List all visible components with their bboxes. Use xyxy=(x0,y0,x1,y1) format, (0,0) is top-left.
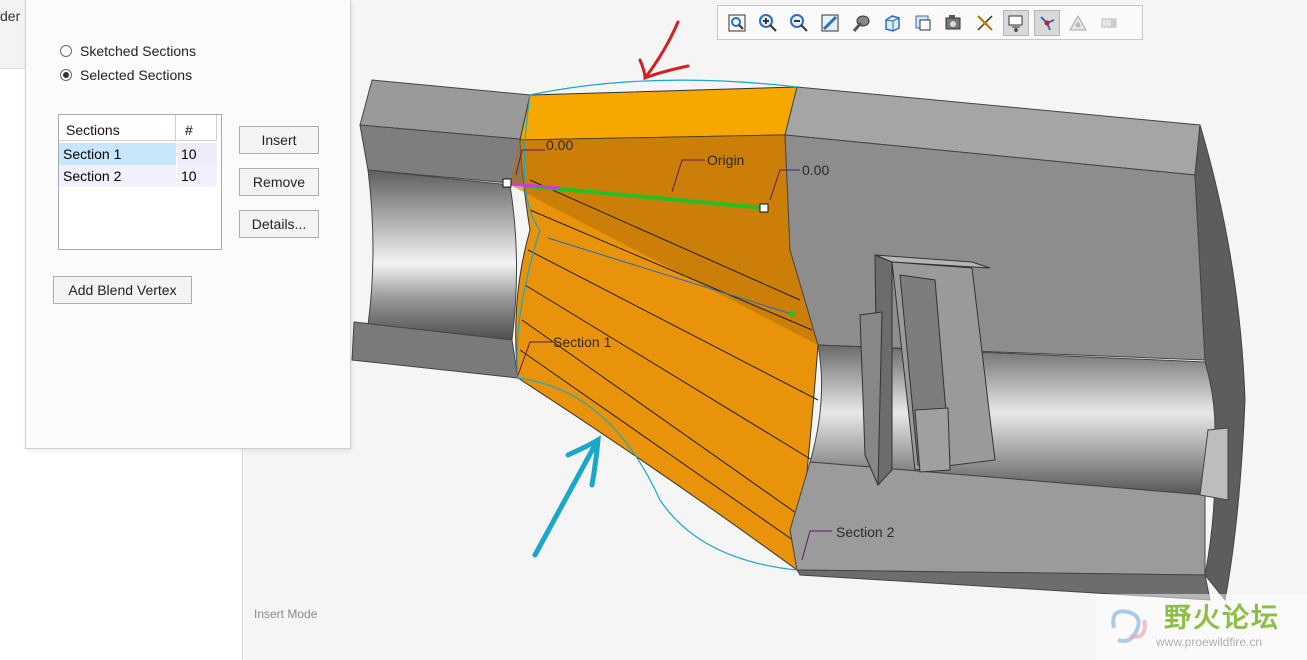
watermark-title: 野火论坛 xyxy=(1164,603,1280,634)
zoom-refit-icon[interactable] xyxy=(724,10,750,36)
watermark-logo-icon xyxy=(1111,609,1147,643)
zoom-in-icon[interactable] xyxy=(755,10,781,36)
selected-sections-radio[interactable] xyxy=(60,69,72,81)
section2-label: Section 2 xyxy=(836,524,895,540)
annotation-display-icon[interactable] xyxy=(1003,9,1029,36)
repaint-icon[interactable] xyxy=(817,10,843,36)
section-count: 10 xyxy=(181,146,197,162)
count-column-header[interactable]: # xyxy=(177,115,217,141)
red-annotation-arrow xyxy=(638,20,690,81)
origin-end-handle[interactable] xyxy=(759,203,769,213)
left-bore xyxy=(367,169,518,341)
sketched-sections-option[interactable]: Sketched Sections xyxy=(60,43,196,59)
insert-button[interactable]: Insert xyxy=(239,126,319,154)
dim-right-label[interactable]: 0.00 xyxy=(802,162,829,178)
display-style-icon[interactable] xyxy=(848,10,874,36)
section-name: Section 2 xyxy=(63,168,122,184)
blend-top-face xyxy=(519,86,798,141)
section-count: 10 xyxy=(181,168,197,184)
table-row[interactable]: Section 1 10 xyxy=(59,143,217,165)
table-row[interactable]: Section 2 10 xyxy=(59,165,217,187)
sections-column-header[interactable]: Sections xyxy=(59,115,176,141)
watermark-url: www.proewildfire.cn xyxy=(1156,635,1263,649)
details-button[interactable]: Details... xyxy=(239,210,319,238)
perspective-view-icon[interactable] xyxy=(941,10,967,36)
appearance-icon[interactable] xyxy=(1065,10,1091,36)
dim-left-label[interactable]: 0.00 xyxy=(546,137,573,153)
origin-start-handle[interactable] xyxy=(502,178,512,188)
sections-panel: Sketched Sections Selected Sections Sect… xyxy=(25,0,351,449)
saved-orientations-icon[interactable] xyxy=(879,10,905,36)
sections-table: Sections # Section 1 10 Section 2 10 xyxy=(58,114,222,250)
add-blend-vertex-button[interactable]: Add Blend Vertex xyxy=(53,276,192,304)
sketched-sections-radio[interactable] xyxy=(60,45,72,57)
blue-annotation-arrow xyxy=(532,435,601,558)
origin-point xyxy=(789,311,795,317)
mode-status-label: Insert Mode xyxy=(254,607,318,621)
section1-label: Section 1 xyxy=(553,334,612,350)
datum-display-filter-icon[interactable] xyxy=(972,10,998,36)
section-name: Section 1 xyxy=(63,146,122,162)
zoom-out-icon[interactable] xyxy=(786,10,812,36)
selected-sections-label: Selected Sections xyxy=(80,67,193,83)
spin-center-icon[interactable] xyxy=(1034,9,1060,36)
remove-button[interactable]: Remove xyxy=(239,168,319,196)
origin-label: Origin xyxy=(707,152,744,168)
graphics-toolbar xyxy=(717,5,1143,40)
sketched-sections-label: Sketched Sections xyxy=(80,43,196,59)
slot-feature xyxy=(859,254,996,487)
selected-sections-option[interactable]: Selected Sections xyxy=(60,67,192,83)
view-manager-icon[interactable] xyxy=(910,10,936,36)
hide-icon[interactable] xyxy=(1096,10,1122,36)
